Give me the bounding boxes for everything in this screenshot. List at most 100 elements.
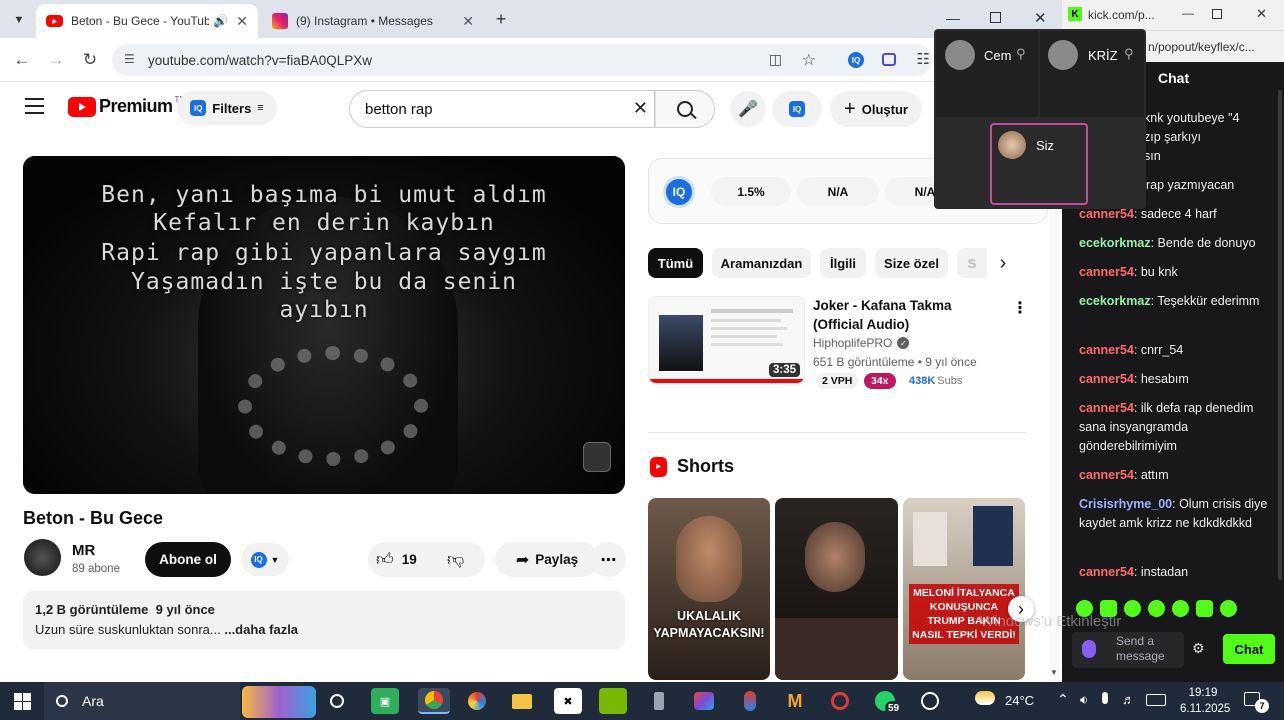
- weather-icon[interactable]: [975, 691, 995, 705]
- dislike-button[interactable]: 👎︎: [447, 549, 464, 570]
- xbox-app-icon[interactable]: ▣: [371, 688, 399, 714]
- volume-icon[interactable]: 🔉︎: [1080, 692, 1088, 708]
- recommended-title[interactable]: Joker - Kafana Takma (Official Audio): [813, 296, 1005, 334]
- emote-icon[interactable]: [1220, 600, 1237, 617]
- send-chat-button[interactable]: Chat: [1223, 634, 1275, 664]
- file-explorer-icon[interactable]: [508, 688, 536, 714]
- close-tab-icon[interactable]: ✕: [236, 13, 248, 30]
- self-tile[interactable]: Siz: [990, 123, 1088, 205]
- extensions-puzzle-icon[interactable]: ☷: [917, 50, 930, 68]
- voice-search-icon[interactable]: 🎤: [730, 91, 766, 127]
- minimize-icon[interactable]: —: [946, 10, 960, 26]
- m-app-icon[interactable]: M: [781, 688, 809, 714]
- short-card[interactable]: MELONİ İTALYANCA KONUŞUNCA TRUMP BAKIN N…: [903, 498, 1025, 680]
- minimize-icon[interactable]: —: [1182, 6, 1194, 20]
- opera-gx-icon[interactable]: [826, 688, 854, 714]
- emoji-icon[interactable]: [1082, 640, 1096, 658]
- search-input[interactable]: betton rap ✕: [349, 90, 655, 128]
- filters-button[interactable]: IQ Filters ≡: [177, 91, 277, 125]
- maximize-icon[interactable]: [990, 12, 1001, 23]
- chip-related[interactable]: İlgili: [820, 248, 866, 278]
- audio-playing-icon[interactable]: 🔊: [213, 14, 228, 28]
- close-window-icon[interactable]: ✕: [1034, 9, 1047, 27]
- start-windows-icon[interactable]: [14, 693, 31, 710]
- chip-partial[interactable]: S: [957, 248, 987, 278]
- description-box[interactable]: 1,2 B görüntüleme 9 yıl önce Uzun süre s…: [23, 591, 625, 649]
- back-icon[interactable]: ←: [10, 48, 34, 72]
- clock[interactable]: 19:19 6.11.2025: [1180, 685, 1230, 717]
- video-player[interactable]: Ben, yanı başıma bi umut aldım Kefalır e…: [23, 156, 625, 494]
- show-more-link[interactable]: ...daha fazla: [224, 622, 298, 637]
- install-app-icon[interactable]: ◫: [769, 51, 782, 68]
- paint-app-icon[interactable]: [736, 688, 764, 714]
- short-card[interactable]: UKALALIK YAPMAYACAKSIN!: [648, 498, 770, 680]
- create-button[interactable]: + Oluştur: [830, 91, 922, 127]
- nvidia-icon[interactable]: [599, 688, 627, 714]
- emote-icon[interactable]: [1196, 600, 1213, 617]
- url-field[interactable]: ☰ youtube.com/watch?v=fiaBA0QLPXw ◫ ☆ IQ…: [112, 44, 932, 76]
- message-placeholder: Send a message: [1116, 634, 1165, 663]
- emote-icon[interactable]: [1124, 600, 1141, 617]
- site-info-icon[interactable]: ☰: [124, 52, 135, 66]
- youtube-logo[interactable]: Premium TR: [68, 95, 185, 117]
- like-button[interactable]: 👍︎ 19: [376, 542, 417, 577]
- short-card[interactable]: [775, 498, 898, 680]
- chrome-icon[interactable]: [418, 688, 450, 714]
- recommended-menu-icon[interactable]: ⋮: [1012, 298, 1028, 318]
- tab-youtube[interactable]: Beton - Bu Gece - YouTube 🔊 ✕: [36, 4, 258, 38]
- subscribe-button[interactable]: Abone ol: [145, 542, 231, 577]
- iq-channel-button[interactable]: IQ ▼: [241, 543, 289, 576]
- close-tab-icon[interactable]: ✕: [462, 13, 474, 30]
- recommended-thumbnail[interactable]: 3:35: [648, 296, 805, 384]
- chat-message: canner54: cnrr_54: [1079, 343, 1184, 357]
- taskbar-search[interactable]: Ara: [44, 682, 240, 720]
- close-window-icon[interactable]: ✕: [1256, 6, 1267, 22]
- iq-logo-icon[interactable]: IQ: [663, 176, 695, 208]
- tab-instagram[interactable]: (9) Instagram • Messages ✕: [262, 4, 484, 38]
- keyboard-icon[interactable]: [1146, 694, 1166, 706]
- task-view-icon[interactable]: [330, 694, 344, 708]
- clear-search-icon[interactable]: ✕: [633, 98, 648, 119]
- more-actions-button[interactable]: ⋯: [591, 542, 626, 577]
- temperature[interactable]: 24°C: [1005, 693, 1034, 708]
- scroll-down-icon[interactable]: ▼: [1050, 668, 1058, 677]
- maximize-icon[interactable]: [1212, 9, 1222, 19]
- capcut-icon[interactable]: ✖: [554, 688, 582, 714]
- message-input[interactable]: Send a message: [1072, 632, 1184, 668]
- chat-scrollbar[interactable]: [1278, 90, 1282, 580]
- search-button[interactable]: [655, 90, 715, 128]
- chip-from-search[interactable]: Aramanızdan: [712, 248, 811, 278]
- search-highlight-icon[interactable]: [242, 686, 316, 718]
- tab-search-button[interactable]: ▼: [8, 9, 30, 31]
- obs-icon[interactable]: [916, 688, 944, 714]
- participant-tile[interactable]: KRİZ ⚲: [1040, 31, 1144, 117]
- share-button[interactable]: ➦ Paylaş: [495, 542, 599, 577]
- browser-app-icon[interactable]: [463, 688, 491, 714]
- channel-name[interactable]: MR: [72, 542, 95, 559]
- new-tab-icon[interactable]: +: [490, 8, 512, 30]
- usb-device-icon[interactable]: [645, 688, 673, 714]
- chat-settings-icon[interactable]: ⚙: [1192, 640, 1205, 657]
- chip-for-you[interactable]: Size özel: [875, 248, 948, 278]
- office-icon[interactable]: [690, 688, 718, 714]
- iq-extension-icon[interactable]: IQ: [848, 52, 864, 68]
- tray-chevron-icon[interactable]: ⌃: [1057, 691, 1069, 708]
- emote-icon[interactable]: [1172, 600, 1189, 617]
- recommended-channel[interactable]: HiphoplifePRO ✓: [813, 336, 910, 350]
- microphone-icon[interactable]: [1102, 692, 1108, 704]
- page-scrollbar[interactable]: [1050, 134, 1060, 682]
- chips-next-icon[interactable]: ›: [990, 250, 1016, 276]
- reload-icon[interactable]: ↻: [78, 48, 102, 72]
- participant-tile[interactable]: Cem ⚲: [936, 31, 1038, 117]
- speaker-icon[interactable]: ♬: [1122, 692, 1135, 707]
- channel-avatar[interactable]: [24, 539, 61, 576]
- emote-icon[interactable]: [1148, 600, 1165, 617]
- extension-icon[interactable]: [882, 53, 896, 66]
- bookmark-star-icon[interactable]: ☆: [802, 50, 816, 70]
- forward-icon[interactable]: →: [44, 48, 68, 72]
- chip-all[interactable]: Tümü: [648, 248, 703, 278]
- menu-hamburger-icon[interactable]: [25, 98, 44, 114]
- call-overlay: Cem ⚲ KRİZ ⚲ Siz: [934, 29, 1146, 209]
- iq-toolbar-icon[interactable]: IQ: [772, 91, 822, 127]
- mic-muted-icon: ⚲: [1016, 46, 1026, 61]
